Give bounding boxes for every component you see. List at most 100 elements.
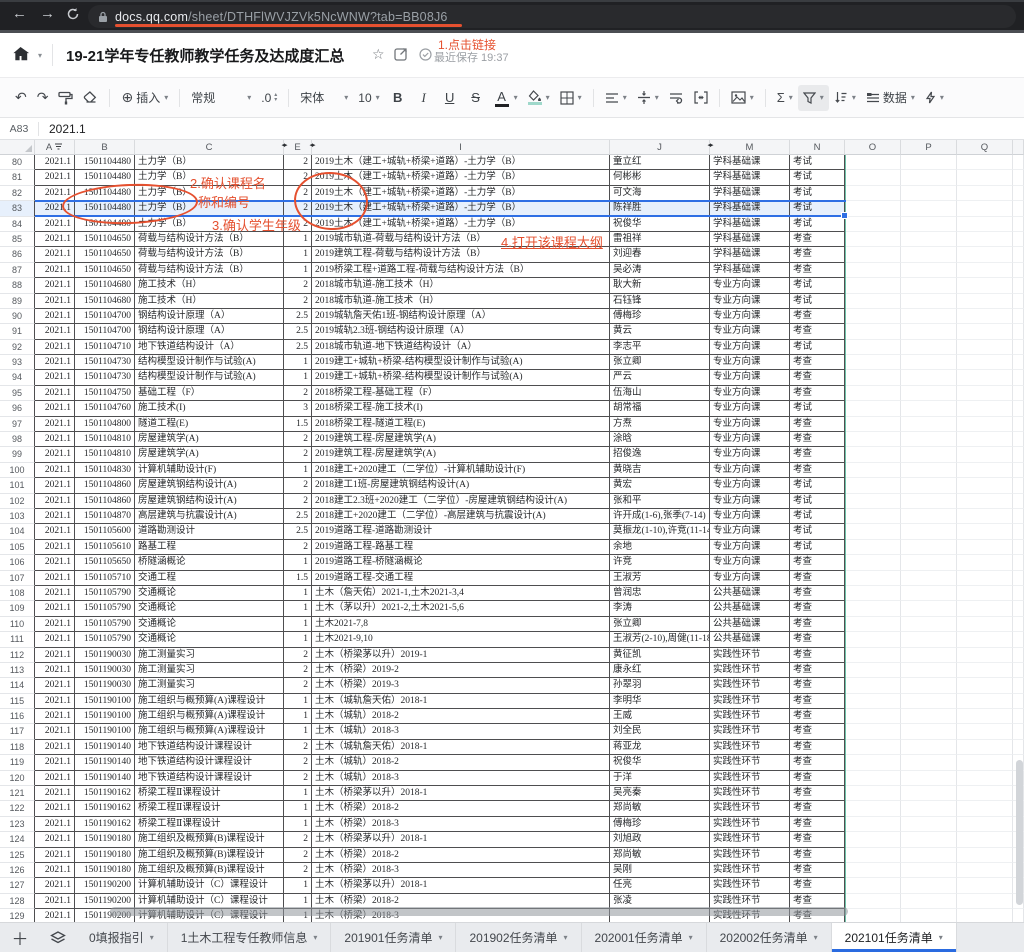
cell-empty[interactable] xyxy=(901,848,957,863)
cell-empty[interactable] xyxy=(901,894,957,909)
cell-E113[interactable]: 2 xyxy=(284,663,312,678)
cell-empty[interactable] xyxy=(901,571,957,586)
cell-J102[interactable]: 张和平 xyxy=(610,494,710,509)
cell-empty[interactable] xyxy=(957,217,1013,232)
cell-A124[interactable]: 2021.1 xyxy=(35,832,75,847)
cell-B105[interactable]: 1501105610 xyxy=(75,540,135,555)
cell-M83[interactable]: 学科基础课 xyxy=(710,201,790,216)
cell-C92[interactable]: 地下铁道结构设计（A） xyxy=(135,340,284,355)
cell-empty[interactable] xyxy=(845,524,901,539)
cell-empty[interactable] xyxy=(845,832,901,847)
undo-button[interactable]: ↶ xyxy=(10,85,32,111)
cell-empty[interactable] xyxy=(901,555,957,570)
cell-N122[interactable]: 考查 xyxy=(790,801,845,816)
cell-empty[interactable] xyxy=(957,694,1013,709)
cell-C121[interactable]: 桥梁工程Ⅱ课程设计 xyxy=(135,786,284,801)
cell-J85[interactable]: 雷祖祥 xyxy=(610,232,710,247)
cell-empty[interactable] xyxy=(901,694,957,709)
cell-J118[interactable]: 蒋亚龙 xyxy=(610,740,710,755)
cell-A114[interactable]: 2021.1 xyxy=(35,678,75,693)
cell-empty[interactable] xyxy=(901,494,957,509)
cell-J99[interactable]: 招俊逸 xyxy=(610,447,710,462)
cell-J126[interactable]: 吴刚 xyxy=(610,863,710,878)
cell-empty[interactable] xyxy=(845,309,901,324)
borders-button[interactable]: ▾ xyxy=(555,85,587,111)
row-number[interactable]: 129 xyxy=(0,909,35,922)
row-number[interactable]: 93 xyxy=(0,355,35,370)
cell-B124[interactable]: 1501190180 xyxy=(75,832,135,847)
sheet-tab-caret-icon[interactable]: ▾ xyxy=(150,933,154,942)
cell-A96[interactable]: 2021.1 xyxy=(35,401,75,416)
cell-empty[interactable] xyxy=(957,571,1013,586)
row-number[interactable]: 111 xyxy=(0,632,35,647)
cell-C81[interactable]: 土力学（B） xyxy=(135,170,284,185)
sheet-list-icon[interactable] xyxy=(40,923,76,952)
cell-C100[interactable]: 计算机辅助设计(F) xyxy=(135,463,284,478)
cell-I108[interactable]: 土木（詹天佑）2021-1,土木2021-3,4 xyxy=(312,586,610,601)
cell-M104[interactable]: 专业方向课 xyxy=(710,524,790,539)
row-number[interactable]: 99 xyxy=(0,447,35,462)
sheet-tab-caret-icon[interactable]: ▾ xyxy=(564,933,568,942)
cell-empty[interactable] xyxy=(901,463,957,478)
cell-A90[interactable]: 2021.1 xyxy=(35,309,75,324)
cell-E108[interactable]: 1 xyxy=(284,586,312,601)
cell-N114[interactable]: 考查 xyxy=(790,678,845,693)
cell-J88[interactable]: 耿大新 xyxy=(610,278,710,293)
cell-A89[interactable]: 2021.1 xyxy=(35,294,75,309)
cell-E88[interactable]: 2 xyxy=(284,278,312,293)
cell-empty[interactable] xyxy=(901,617,957,632)
cell-N82[interactable]: 考试 xyxy=(790,186,845,201)
row-number[interactable]: 104 xyxy=(0,524,35,539)
cell-empty[interactable] xyxy=(845,632,901,647)
cell-I100[interactable]: 2018建工+2020建工（二学位）-计算机辅助设计(F) xyxy=(312,463,610,478)
cell-M109[interactable]: 公共基础课 xyxy=(710,601,790,616)
cell-J104[interactable]: 莫振龙(1-10),许竞(11-14) xyxy=(610,524,710,539)
cell-I93[interactable]: 2019建工+城轨+桥梁-结构模型设计制作与试验(A) xyxy=(312,355,610,370)
row-number[interactable]: 127 xyxy=(0,878,35,893)
cell-empty[interactable] xyxy=(957,894,1013,909)
cell-empty[interactable] xyxy=(845,878,901,893)
cell-empty[interactable] xyxy=(901,540,957,555)
column-header-M[interactable]: M xyxy=(710,140,790,155)
cell-empty[interactable] xyxy=(901,324,957,339)
cell-empty[interactable] xyxy=(901,832,957,847)
cell-B108[interactable]: 1501105790 xyxy=(75,586,135,601)
cell-reference-box[interactable]: A83 xyxy=(0,123,38,135)
cell-I123[interactable]: 土木（桥梁）2018-3 xyxy=(312,817,610,832)
row-number[interactable]: 128 xyxy=(0,894,35,909)
cell-C97[interactable]: 隧道工程(E) xyxy=(135,417,284,432)
row-number[interactable]: 106 xyxy=(0,555,35,570)
cell-C83[interactable]: 土力学（B） xyxy=(135,201,284,216)
cell-N127[interactable]: 考查 xyxy=(790,878,845,893)
cell-empty[interactable] xyxy=(901,278,957,293)
cell-M84[interactable]: 学科基础课 xyxy=(710,217,790,232)
row-number[interactable]: 120 xyxy=(0,771,35,786)
cell-I91[interactable]: 2019城轨2.3班-钢结构设计原理（A） xyxy=(312,324,610,339)
cell-B86[interactable]: 1501104650 xyxy=(75,247,135,262)
row-number[interactable]: 89 xyxy=(0,294,35,309)
cell-M80[interactable]: 学科基础课 xyxy=(710,155,790,170)
cell-N80[interactable]: 考试 xyxy=(790,155,845,170)
cell-empty[interactable] xyxy=(901,709,957,724)
cell-I106[interactable]: 2019道路工程-桥隧涵概论 xyxy=(312,555,610,570)
cell-M121[interactable]: 实践性环节 xyxy=(710,786,790,801)
cell-B87[interactable]: 1501104650 xyxy=(75,263,135,278)
cell-empty[interactable] xyxy=(901,601,957,616)
cell-I105[interactable]: 2019道路工程-路基工程 xyxy=(312,540,610,555)
cell-empty[interactable] xyxy=(957,555,1013,570)
bold-button[interactable]: B xyxy=(385,85,411,111)
cell-empty[interactable] xyxy=(957,848,1013,863)
cell-N117[interactable]: 考查 xyxy=(790,724,845,739)
cell-N83[interactable]: 考试 xyxy=(790,201,845,216)
cell-empty[interactable] xyxy=(1013,494,1024,509)
cell-J121[interactable]: 吴亮秦 xyxy=(610,786,710,801)
cell-empty[interactable] xyxy=(845,801,901,816)
cell-A112[interactable]: 2021.1 xyxy=(35,648,75,663)
row-number[interactable]: 103 xyxy=(0,509,35,524)
cell-N89[interactable]: 考试 xyxy=(790,294,845,309)
cell-N98[interactable]: 考查 xyxy=(790,432,845,447)
cell-J120[interactable]: 于洋 xyxy=(610,771,710,786)
cell-M111[interactable]: 公共基础课 xyxy=(710,632,790,647)
cell-M126[interactable]: 实践性环节 xyxy=(710,863,790,878)
number-format-select[interactable]: 常规▾ xyxy=(186,85,256,111)
